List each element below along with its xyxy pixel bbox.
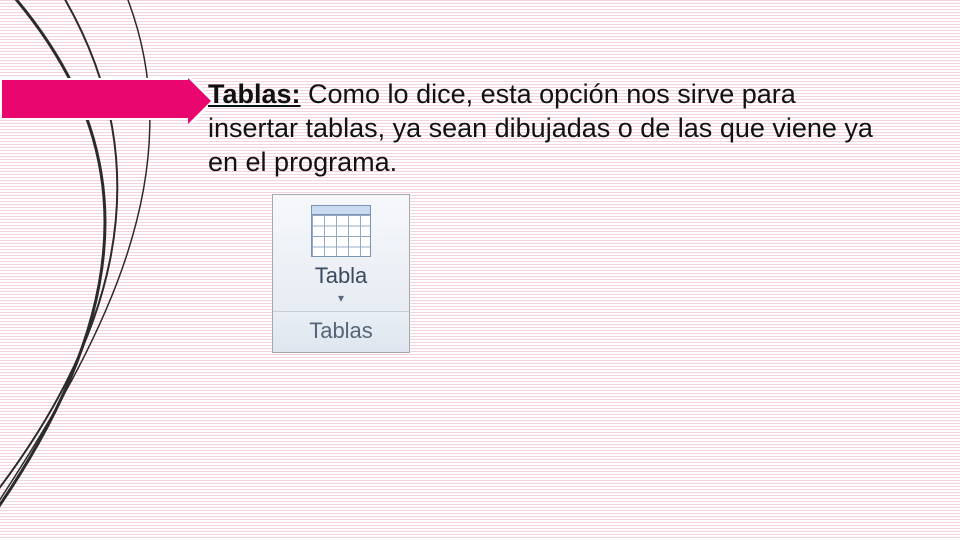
description-text: Tablas: Como lo dice, esta opción nos si… bbox=[208, 78, 888, 179]
tabla-button-label: Tabla bbox=[315, 263, 368, 289]
tabla-group-label: Tablas bbox=[273, 311, 409, 352]
description-body: Como lo dice, esta opción nos sirve para… bbox=[208, 79, 873, 177]
arrow-banner bbox=[0, 78, 190, 120]
table-icon bbox=[311, 205, 371, 257]
chevron-down-icon: ▾ bbox=[338, 291, 344, 305]
description-title: Tablas: bbox=[208, 79, 301, 109]
tabla-button[interactable]: Tabla ▾ bbox=[273, 195, 409, 311]
tabla-ribbon-group: Tabla ▾ Tablas bbox=[272, 194, 410, 353]
